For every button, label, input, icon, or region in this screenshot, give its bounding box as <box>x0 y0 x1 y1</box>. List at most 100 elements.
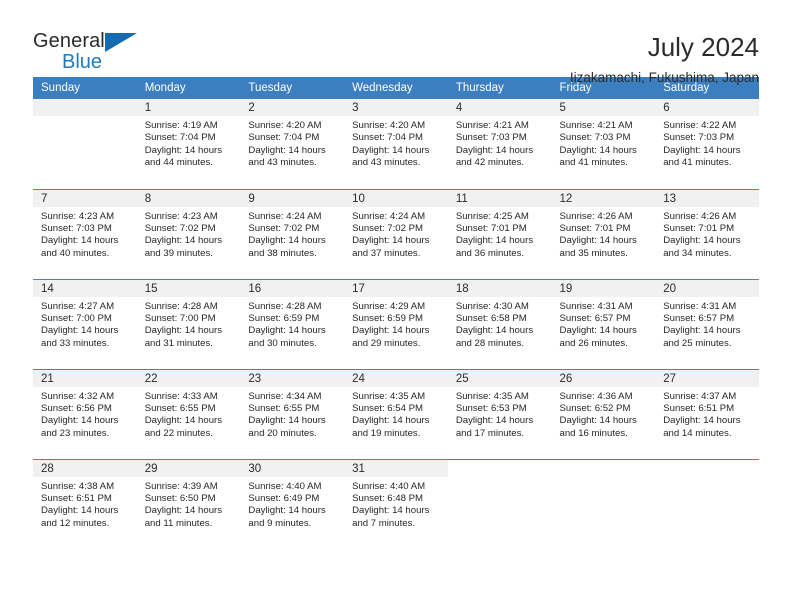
calendar-day-cell[interactable]: 4 Sunrise: 4:21 AM Sunset: 7:03 PM Daylight… <box>447 99 552 189</box>
day-number: 19 <box>551 279 656 297</box>
calendar-day-cell[interactable]: 18 Sunrise: 4:30 AM Sunset: 6:58 PM Dayligh… <box>447 278 552 369</box>
sunset-text: Sunset: 7:01 PM <box>559 222 631 234</box>
calendar-day-cell[interactable]: 27 Sunrise: 4:37 AM Sunset: 6:51 PM Dayligh… <box>655 368 759 459</box>
daylight-text-line1: Daylight: 14 hours <box>559 144 637 156</box>
calendar-day-cell[interactable]: 26 Sunrise: 4:36 AM Sunset: 6:52 PM Dayligh… <box>551 368 656 459</box>
day-cell-details: Sunrise: 4:38 AM Sunset: 6:51 PM Daylight:… <box>33 477 137 531</box>
calendar-day-cell[interactable]: 19 Sunrise: 4:31 AM Sunset: 6:57 PM Dayligh… <box>551 278 656 369</box>
day-cell-details: Sunrise: 4:40 AM Sunset: 6:49 PM Daylight:… <box>240 477 344 531</box>
day-cell-details: Sunrise: 4:32 AM Sunset: 6:56 PM Daylight:… <box>33 387 137 441</box>
day-cell-details: Sunrise: 4:19 AM Sunset: 7:04 PM Daylight:… <box>137 116 241 170</box>
daylight-text-line2: and 43 minutes. <box>248 157 317 169</box>
calendar-day-cell[interactable]: 2 Sunrise: 4:20 AM Sunset: 7:04 PM Daylight… <box>240 99 345 189</box>
day-cell-inner: 6 Sunrise: 4:22 AM Sunset: 7:03 PM Daylight… <box>655 99 759 189</box>
day-cell-inner: 2 Sunrise: 4:20 AM Sunset: 7:04 PM Daylight… <box>240 99 345 189</box>
day-cell-inner <box>448 460 552 550</box>
calendar-day-cell[interactable]: 20 Sunrise: 4:31 AM Sunset: 6:57 PM Dayligh… <box>655 278 759 369</box>
calendar-day-cell[interactable]: 9 Sunrise: 4:24 AM Sunset: 7:02 PM Daylight… <box>240 188 345 279</box>
sunset-text: Sunset: 7:02 PM <box>352 222 424 234</box>
general-blue-logo[interactable]: General Blue <box>33 30 153 76</box>
sunset-text: Sunset: 6:55 PM <box>144 402 216 414</box>
day-cell-inner: 5 Sunrise: 4:21 AM Sunset: 7:03 PM Daylight… <box>551 99 656 189</box>
day-number: 3 <box>344 99 448 116</box>
daylight-text-line2: and 31 minutes. <box>144 337 213 349</box>
daylight-text-line1: Daylight: 14 hours <box>455 415 534 427</box>
day-cell-inner: 27 Sunrise: 4:37 AM Sunset: 6:51 PM Dayligh… <box>655 369 759 459</box>
sunrise-text: Sunrise: 4:35 AM <box>455 390 529 402</box>
calendar-day-cell[interactable]: 31 Sunrise: 4:40 AM Sunset: 6:48 PM Dayligh… <box>344 458 448 549</box>
day-cell-details: Sunrise: 4:34 AM Sunset: 6:55 PM Daylight:… <box>240 387 344 441</box>
sunrise-text: Sunrise: 4:31 AM <box>559 300 633 312</box>
calendar-day-cell[interactable]: 22 Sunrise: 4:33 AM Sunset: 6:55 PM Dayligh… <box>136 368 241 459</box>
daylight-text-line1: Daylight: 14 hours <box>352 505 430 517</box>
day-cell-inner: 13 Sunrise: 4:26 AM Sunset: 7:01 PM Dayligh… <box>655 189 759 279</box>
day-cell-details: Sunrise: 4:35 AM Sunset: 6:54 PM Daylight:… <box>344 387 448 441</box>
daylight-text-line1: Daylight: 14 hours <box>41 415 119 427</box>
calendar-day-cell-empty <box>33 99 137 189</box>
daylight-text-line2: and 37 minutes. <box>352 247 421 259</box>
sunset-text: Sunset: 6:57 PM <box>559 312 631 324</box>
daylight-text-line1: Daylight: 14 hours <box>248 415 326 427</box>
day-cell-details: Sunrise: 4:23 AM Sunset: 7:02 PM Daylight:… <box>137 207 241 261</box>
calendar-day-cell[interactable]: 21 Sunrise: 4:32 AM Sunset: 6:56 PM Dayligh… <box>33 368 137 459</box>
calendar-day-cell[interactable]: 3 Sunrise: 4:20 AM Sunset: 7:04 PM Daylight… <box>344 99 448 189</box>
day-cell-inner: 1 Sunrise: 4:19 AM Sunset: 7:04 PM Daylight… <box>136 99 241 189</box>
calendar-day-cell[interactable]: 11 Sunrise: 4:25 AM Sunset: 7:01 PM Dayligh… <box>447 188 552 279</box>
sunset-text: Sunset: 7:03 PM <box>41 222 112 234</box>
daylight-text-line2: and 44 minutes. <box>144 157 213 169</box>
calendar-day-cell[interactable]: 30 Sunrise: 4:40 AM Sunset: 6:49 PM Dayligh… <box>240 458 345 549</box>
day-cell-details: Sunrise: 4:26 AM Sunset: 7:01 PM Daylight:… <box>552 207 656 261</box>
daylight-text-line1: Daylight: 14 hours <box>41 235 119 247</box>
sunset-text: Sunset: 6:59 PM <box>248 312 320 324</box>
daylight-text-line2: and 16 minutes. <box>559 427 628 439</box>
calendar-day-cell[interactable]: 5 Sunrise: 4:21 AM Sunset: 7:03 PM Daylight… <box>551 99 656 189</box>
calendar-day-cell[interactable]: 17 Sunrise: 4:29 AM Sunset: 6:59 PM Dayligh… <box>344 278 448 369</box>
daylight-text-line1: Daylight: 14 hours <box>559 325 637 337</box>
day-cell-inner: 19 Sunrise: 4:31 AM Sunset: 6:57 PM Dayligh… <box>551 279 656 369</box>
calendar-day-cell[interactable]: 28 Sunrise: 4:38 AM Sunset: 6:51 PM Dayligh… <box>33 458 137 549</box>
daylight-text-line1: Daylight: 14 hours <box>41 505 119 517</box>
day-number: 7 <box>33 189 137 207</box>
calendar-day-cell[interactable]: 25 Sunrise: 4:35 AM Sunset: 6:53 PM Dayligh… <box>447 368 552 459</box>
calendar-day-cell[interactable]: 23 Sunrise: 4:34 AM Sunset: 6:55 PM Dayligh… <box>240 368 345 459</box>
calendar-day-cell[interactable]: 12 Sunrise: 4:26 AM Sunset: 7:01 PM Dayligh… <box>551 188 656 279</box>
calendar-day-cell[interactable]: 10 Sunrise: 4:24 AM Sunset: 7:02 PM Dayligh… <box>344 188 448 279</box>
calendar-day-cell[interactable]: 1 Sunrise: 4:19 AM Sunset: 7:04 PM Daylight… <box>136 99 241 189</box>
daylight-text-line2: and 26 minutes. <box>559 337 628 349</box>
sunrise-text: Sunrise: 4:23 AM <box>144 210 218 222</box>
day-number: 30 <box>240 459 345 477</box>
daylight-text-line2: and 19 minutes. <box>352 427 421 439</box>
calendar-day-cell[interactable]: 6 Sunrise: 4:22 AM Sunset: 7:03 PM Daylight… <box>655 99 759 189</box>
day-number: 6 <box>655 99 759 116</box>
day-cell-details: Sunrise: 4:35 AM Sunset: 6:53 PM Daylight:… <box>448 387 552 441</box>
sunset-text: Sunset: 6:51 PM <box>41 492 112 504</box>
calendar-page: General Blue July 2024 Iizakamachi, Fuku… <box>0 0 792 612</box>
calendar-day-cell[interactable]: 29 Sunrise: 4:39 AM Sunset: 6:50 PM Dayligh… <box>136 458 241 549</box>
day-cell-inner: 14 Sunrise: 4:27 AM Sunset: 7:00 PM Dayligh… <box>33 279 137 369</box>
sunrise-text: Sunrise: 4:30 AM <box>455 300 529 312</box>
daylight-text-line2: and 11 minutes. <box>144 517 213 529</box>
day-cell-details: Sunrise: 4:20 AM Sunset: 7:04 PM Daylight:… <box>344 116 448 170</box>
day-cell-details: Sunrise: 4:27 AM Sunset: 7:00 PM Daylight:… <box>33 297 137 351</box>
sunset-text: Sunset: 7:04 PM <box>248 132 320 144</box>
daylight-text-line2: and 34 minutes. <box>663 247 732 259</box>
calendar-day-cell[interactable]: 16 Sunrise: 4:28 AM Sunset: 6:59 PM Dayligh… <box>240 278 345 369</box>
calendar-day-cell[interactable]: 13 Sunrise: 4:26 AM Sunset: 7:01 PM Dayligh… <box>655 188 759 279</box>
daylight-text-line1: Daylight: 14 hours <box>559 415 637 427</box>
day-number: 21 <box>33 369 137 387</box>
day-cell-details: Sunrise: 4:31 AM Sunset: 6:57 PM Daylight:… <box>552 297 656 351</box>
calendar-day-cell[interactable]: 8 Sunrise: 4:23 AM Sunset: 7:02 PM Daylight… <box>136 188 241 279</box>
calendar-day-cell[interactable]: 24 Sunrise: 4:35 AM Sunset: 6:54 PM Dayligh… <box>344 368 448 459</box>
sunrise-text: Sunrise: 4:20 AM <box>352 120 426 131</box>
day-cell-inner: 15 Sunrise: 4:28 AM Sunset: 7:00 PM Dayligh… <box>136 279 241 369</box>
sunrise-text: Sunrise: 4:35 AM <box>352 390 426 402</box>
sunrise-text: Sunrise: 4:37 AM <box>663 390 737 402</box>
sunrise-text: Sunrise: 4:31 AM <box>663 300 737 312</box>
daylight-text-line2: and 33 minutes. <box>41 337 110 349</box>
calendar-day-cell[interactable]: 15 Sunrise: 4:28 AM Sunset: 7:00 PM Dayligh… <box>136 278 241 369</box>
day-cell-details: Sunrise: 4:22 AM Sunset: 7:03 PM Daylight:… <box>655 116 759 170</box>
calendar-day-cell-empty <box>447 458 552 550</box>
calendar-day-cell[interactable]: 7 Sunrise: 4:23 AM Sunset: 7:03 PM Daylight… <box>33 188 137 279</box>
day-number: 27 <box>655 369 759 387</box>
calendar-day-cell[interactable]: 14 Sunrise: 4:27 AM Sunset: 7:00 PM Dayligh… <box>33 278 137 369</box>
